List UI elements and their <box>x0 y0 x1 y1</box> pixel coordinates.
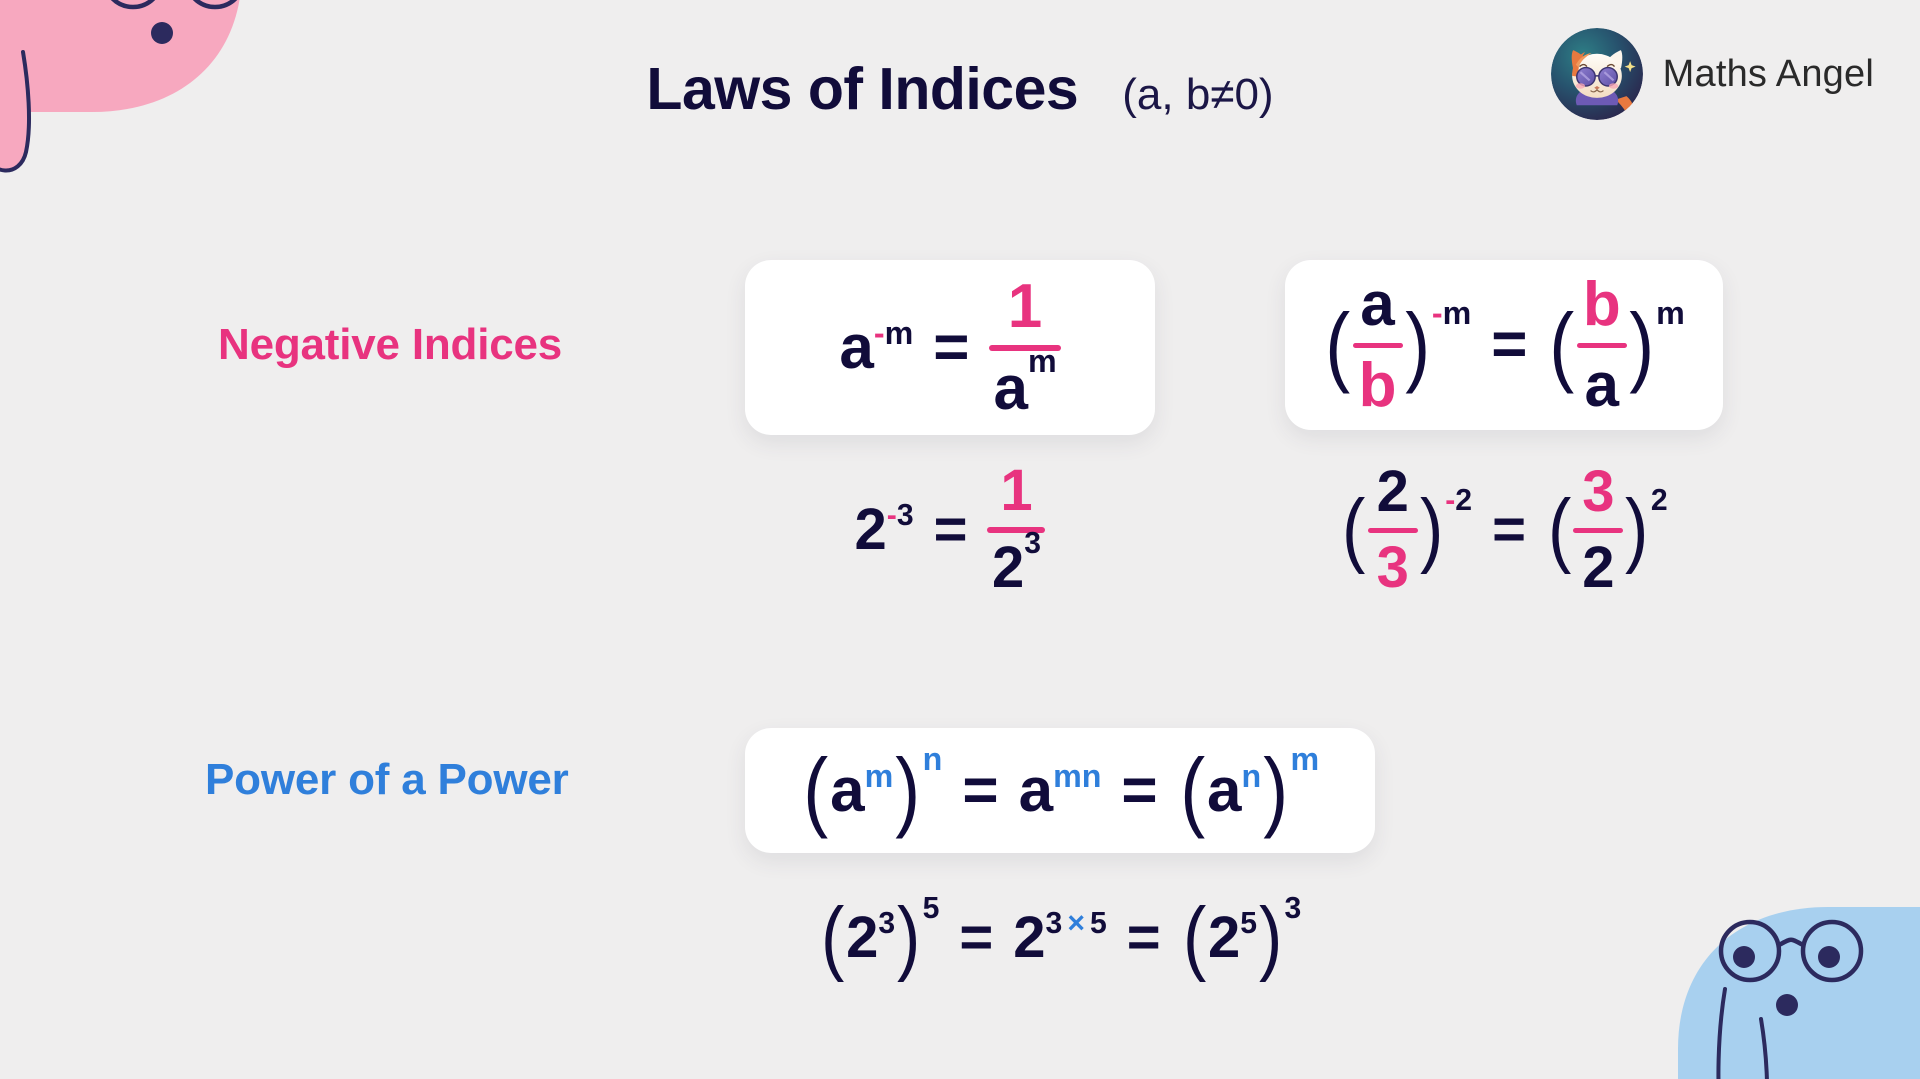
rule-card-negative-index: a -m = 1 am <box>745 260 1155 435</box>
title-condition: (a, b≠0) <box>1122 70 1274 119</box>
exponent-mn: mn <box>1053 757 1102 794</box>
inner-exponent-5: 5 <box>1240 907 1258 941</box>
open-paren-2: ( <box>1179 740 1205 840</box>
open-paren-right: ( <box>1548 483 1572 576</box>
formula-power-of-power: (a m) n = a mn = (a n) m <box>801 740 1319 840</box>
fraction-denominator: a <box>1584 350 1620 420</box>
open-paren-right: ( <box>1549 294 1575 394</box>
equals-sign-1: = <box>959 904 994 970</box>
fraction-numerator: 1 <box>1000 458 1033 524</box>
section-label-power-of-a-power: Power of a Power <box>205 755 569 804</box>
open-paren-2: ( <box>1182 891 1206 984</box>
example-negative-index: 2 -3 = 1 23 <box>745 460 1155 600</box>
close-paren-2: ) <box>1259 891 1283 984</box>
fraction-one-over-two-cubed: 1 23 <box>987 458 1046 600</box>
outer-exponent-n: n <box>922 740 943 777</box>
fraction-two-over-three: 2 3 <box>1367 458 1418 600</box>
fraction-bar <box>1367 527 1418 533</box>
fraction-bar <box>1576 342 1627 348</box>
close-paren-2: ) <box>1263 740 1289 840</box>
close-paren-1: ) <box>897 891 921 984</box>
fraction-one-over-a-m: 1 am <box>989 272 1061 423</box>
page-title: Laws of Indices <box>646 56 1079 122</box>
exponent-3: 3 <box>1045 907 1063 941</box>
exponent-m: m <box>884 314 914 351</box>
fraction-numerator: b <box>1582 270 1621 340</box>
maths-angel-cat-logo-icon <box>1550 28 1643 120</box>
fraction-numerator: a <box>1360 270 1395 340</box>
outer-exponent-m: m <box>1290 740 1320 777</box>
exponent-2: 2 <box>1650 483 1668 517</box>
rule-card-power-of-power: (a m) n = a mn = (a n) m <box>745 728 1375 853</box>
brand: Maths Angel <box>1550 28 1874 120</box>
equals-sign: = <box>1492 497 1526 562</box>
equals-sign: = <box>1491 310 1528 379</box>
formula-negative-fraction: ( a b ) -m = ( b a ) m <box>1323 270 1685 420</box>
equals-sign-2: = <box>1126 904 1161 970</box>
fraction-bar <box>1573 527 1624 533</box>
formula-negative-index: a -m = 1 am <box>839 272 1061 423</box>
fraction-b-over-a: b a <box>1576 270 1627 420</box>
inner-exponent-n: n <box>1241 757 1262 794</box>
exponent-sign-minus: - <box>1431 295 1443 332</box>
fraction-denominator: b <box>1358 350 1397 420</box>
fraction-denominator: 23 <box>991 527 1041 600</box>
equals-sign: = <box>933 497 968 562</box>
base-a: a <box>830 755 865 825</box>
base-2: 2 <box>846 904 879 970</box>
base-2: 2 <box>854 497 887 562</box>
base-a: a <box>839 312 874 382</box>
outer-exponent-3: 3 <box>1284 891 1302 925</box>
equals-sign: = <box>933 312 970 382</box>
exponent-sign-minus: - <box>886 499 897 533</box>
exponent-sign-minus: - <box>1445 483 1456 517</box>
section-label-negative-indices: Negative Indices <box>218 320 563 369</box>
example-negative-fraction: ( 2 3 ) -2 = ( 3 2 ) 2 <box>1285 460 1723 600</box>
equals-sign-2: = <box>1121 755 1158 825</box>
open-paren-1: ( <box>803 740 828 840</box>
close-paren-1: ) <box>895 740 921 840</box>
rule-card-negative-fraction: ( a b ) -m = ( b a ) m <box>1285 260 1723 430</box>
inner-exponent-m: m <box>864 757 894 794</box>
fraction-numerator: 2 <box>1376 458 1409 524</box>
fraction-a-over-b: a b <box>1352 270 1403 420</box>
exponent-2: 2 <box>1455 483 1473 517</box>
exponent-sign-minus: - <box>873 314 885 351</box>
exponent-m: m <box>1442 295 1472 332</box>
base-2-2: 2 <box>1013 904 1046 970</box>
close-paren-left: ) <box>1419 483 1444 576</box>
exponent-3: 3 <box>896 499 914 533</box>
slide-header: Laws of Indices (a, b≠0) Maths Angel <box>0 0 1920 180</box>
fraction-bar <box>1352 342 1403 348</box>
equals-sign-1: = <box>962 755 999 825</box>
base-2-3: 2 <box>1208 904 1241 970</box>
example-power-of-power: (2 3) 5 = 2 3 × 5 = (2 5) 3 <box>745 878 1375 998</box>
close-paren-right: ) <box>1625 483 1649 576</box>
fraction-three-over-two: 3 2 <box>1573 458 1624 600</box>
base-a-2: a <box>1018 755 1054 825</box>
open-paren-1: ( <box>820 891 845 984</box>
fraction-denominator: 3 <box>1376 534 1409 600</box>
fraction-numerator: 3 <box>1582 458 1615 524</box>
fraction-denominator: 2 <box>1582 534 1615 600</box>
brand-name: Maths Angel <box>1662 52 1874 95</box>
times-operator: × <box>1067 907 1085 941</box>
base-a-3: a <box>1206 755 1242 825</box>
open-paren-left: ( <box>1342 483 1366 576</box>
close-paren-right: ) <box>1628 294 1654 394</box>
slide-canvas: Laws of Indices (a, b≠0) Maths Angel Neg… <box>0 0 1920 1079</box>
close-paren-left: ) <box>1404 294 1430 394</box>
open-paren-left: ( <box>1325 294 1351 394</box>
exponent-5: 5 <box>1089 907 1107 941</box>
exponent-m: m <box>1656 295 1685 332</box>
fraction-numerator: 1 <box>1007 272 1043 342</box>
inner-exponent-3: 3 <box>878 907 896 941</box>
fraction-denominator: am <box>993 343 1057 423</box>
outer-exponent-5: 5 <box>922 891 940 925</box>
blue-blob-character <box>1580 799 1920 1079</box>
